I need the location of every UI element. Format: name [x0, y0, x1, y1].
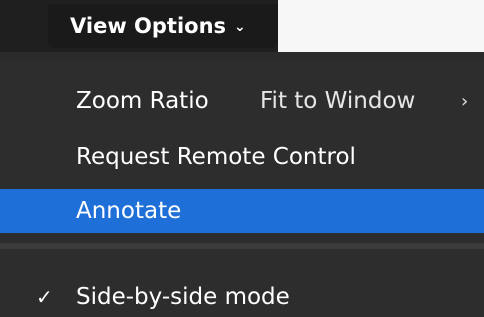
zoom-ratio-label: Zoom Ratio [76, 88, 209, 114]
annotate-label: Annotate [76, 198, 182, 224]
menu-item-side-by-side-mode[interactable]: ✓ Side-by-side mode [0, 275, 484, 317]
toolbar-background-area [278, 0, 484, 52]
view-options-menu: Zoom Ratio Fit to Window › Request Remot… [0, 62, 484, 317]
chevron-down-icon: ⌄ [234, 19, 246, 35]
side-by-side-mode-label: Side-by-side mode [76, 284, 290, 310]
zoom-ratio-value: Fit to Window [260, 88, 416, 114]
chevron-right-icon: › [461, 90, 469, 112]
view-options-label: View Options [70, 14, 227, 38]
menu-item-request-remote-control[interactable]: Request Remote Control [0, 135, 484, 179]
menu-item-annotate[interactable]: Annotate [0, 189, 484, 233]
checkmark-icon: ✓ [36, 285, 53, 309]
request-remote-control-label: Request Remote Control [76, 144, 356, 170]
view-options-button[interactable]: View Options ⌄ [48, 4, 278, 48]
menu-separator [0, 243, 484, 249]
menu-item-zoom-ratio[interactable]: Zoom Ratio Fit to Window › [0, 79, 484, 123]
screen: View Options ⌄ Zoom Ratio Fit to Window … [0, 0, 484, 317]
